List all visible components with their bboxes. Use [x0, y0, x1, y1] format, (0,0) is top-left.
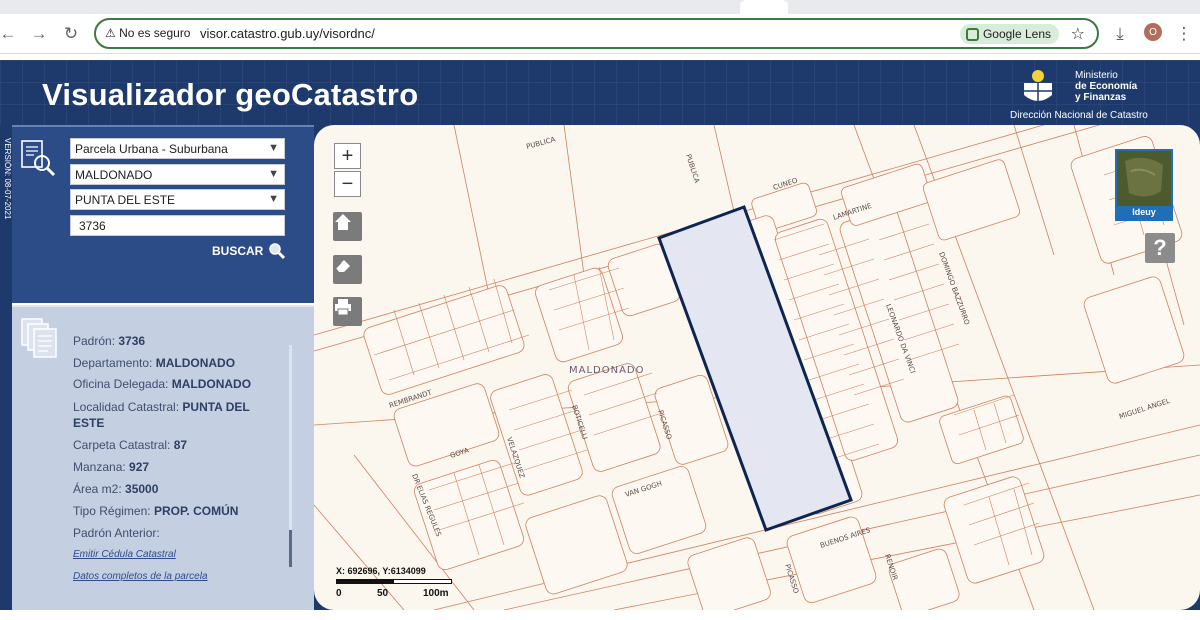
info-scrollbar[interactable] — [289, 345, 292, 567]
search-button-label: BUSCAR — [212, 244, 264, 258]
forward-icon[interactable]: → — [27, 22, 51, 46]
ministry-logo: Ministerio de Economía y Finanzas Direcc… — [1010, 64, 1170, 122]
info-localidad-cont: ESTE — [73, 416, 105, 430]
version-label: VERSIÓN: 08-07-2021 — [3, 138, 12, 220]
search-button[interactable]: BUSCAR — [212, 241, 286, 261]
department-select[interactable]: MALDONADO ▼ — [70, 164, 285, 185]
home-icon — [335, 214, 351, 230]
locality-value: PUNTA DEL ESTE — [75, 193, 176, 207]
locality-select[interactable]: PUNTA DEL ESTE ▼ — [70, 189, 285, 210]
zoom-in-button[interactable]: + — [334, 143, 361, 169]
overview-map-thumbnail[interactable]: Ideuy — [1115, 149, 1173, 221]
info-padron-anterior: Padrón Anterior: — [73, 526, 160, 540]
page-title: Visualizador geoCatastro — [42, 77, 419, 112]
info-manzana: Manzana: 927 — [73, 460, 150, 474]
print-button[interactable] — [333, 297, 362, 326]
documents-icon — [21, 318, 57, 358]
download-icon[interactable]: ⤓ — [1108, 22, 1132, 46]
profile-avatar[interactable]: O — [1144, 23, 1162, 41]
coat-of-arms-icon — [1024, 70, 1052, 102]
scale-bar-graphic — [336, 579, 452, 584]
info-padron: Padrón: 3736 — [73, 334, 146, 348]
help-button[interactable]: ? — [1145, 233, 1175, 263]
info-oficina: Oficina Delegada: MALDONADO — [73, 377, 252, 391]
eraser-button[interactable] — [333, 255, 362, 284]
chevron-down-icon: ▼ — [268, 168, 279, 180]
warning-icon: ⚠ — [105, 26, 116, 40]
ministry-line3: y Finanzas — [1075, 92, 1127, 103]
security-label: No es seguro — [119, 26, 191, 40]
parcel-info-panel: Padrón: 3736 Departamento: MALDONADO Ofi… — [12, 305, 314, 610]
street-label: DOMINGO BAZZURRO — [937, 251, 971, 326]
not-secure-indicator[interactable]: ⚠ No es seguro — [105, 26, 190, 40]
chevron-down-icon: ▼ — [268, 193, 279, 205]
info-regimen: Tipo Régimen: PROP. COMÚN — [73, 504, 239, 518]
parcel-map-canvas[interactable]: PUBLICA PUBLICA CUNEO LAMARTINE DOMINGO … — [314, 125, 1200, 610]
ministry-line1: Ministerio — [1075, 70, 1118, 81]
street-label: MIGUEL ANGEL — [1118, 397, 1171, 421]
browser-toolbar: ← → ↻ ⚠ No es seguro visor.catastro.gub.… — [0, 14, 1200, 54]
eraser-icon — [335, 260, 350, 272]
parcel-type-select[interactable]: Parcela Urbana - Suburbana ▼ — [70, 138, 285, 159]
scale-label-0: 0 — [336, 588, 342, 599]
emit-cedula-link[interactable]: Emitir Cédula Catastral — [73, 549, 176, 560]
printer-icon — [335, 299, 351, 316]
home-button[interactable] — [333, 212, 362, 241]
street-label: PUBLICA — [684, 153, 701, 184]
lens-icon — [965, 27, 979, 41]
info-carpeta: Carpeta Catastral: 87 — [73, 438, 188, 452]
street-label: PUBLICA — [525, 135, 556, 150]
zoom-out-button[interactable]: − — [334, 171, 361, 197]
info-localidad: Localidad Catastral: PUNTA DEL — [73, 400, 250, 414]
address-bar[interactable]: ⚠ No es seguro visor.catastro.gub.uy/vis… — [94, 18, 1099, 49]
cadastral-map[interactable]: PUBLICA PUBLICA CUNEO LAMARTINE DOMINGO … — [314, 125, 1200, 610]
scale-bar: 0 50 100m — [336, 579, 466, 603]
info-area: Área m2: 35000 — [73, 482, 159, 496]
scale-label-50: 50 — [377, 588, 389, 599]
padron-input[interactable] — [70, 215, 285, 236]
browser-tab-strip — [0, 0, 1200, 14]
coordinate-readout: X: 692696, Y:6134099 — [336, 566, 426, 576]
bookmark-star-icon[interactable]: ☆ — [1071, 24, 1085, 44]
chevron-down-icon: ▼ — [268, 142, 279, 154]
back-icon[interactable]: ← — [0, 22, 20, 46]
scale-label-100: 100m — [423, 588, 449, 599]
google-lens-button[interactable]: Google Lens — [959, 24, 1059, 44]
document-search-icon — [21, 140, 56, 177]
app-header: Visualizador geoCatastro Ministerio de E… — [0, 60, 1200, 125]
full-parcel-data-link[interactable]: Datos completos de la parcela — [73, 571, 208, 582]
map-frame: PUBLICA PUBLICA CUNEO LAMARTINE DOMINGO … — [314, 125, 1200, 610]
parcel-type-value: Parcela Urbana - Suburbana — [75, 142, 228, 156]
lens-label: Google Lens — [982, 27, 1051, 41]
ministry-subtitle: Dirección Nacional de Catastro — [1010, 110, 1148, 121]
satellite-map-icon — [1117, 151, 1171, 208]
department-value: MALDONADO — [75, 168, 153, 182]
overview-label: Ideuy — [1117, 206, 1171, 219]
active-tab[interactable] — [740, 0, 788, 14]
search-icon — [269, 243, 286, 260]
info-departamento: Departamento: MALDONADO — [73, 356, 236, 370]
url-text[interactable]: visor.catastro.gub.uy/visordnc/ — [200, 26, 375, 41]
ministry-line2: de Economía — [1075, 81, 1138, 92]
reload-icon[interactable]: ↻ — [59, 22, 83, 46]
search-panel: Parcela Urbana - Suburbana ▼ MALDONADO ▼… — [12, 125, 314, 303]
district-label: MALDONADO — [569, 365, 645, 376]
scrollbar-thumb[interactable] — [289, 530, 292, 567]
menu-kebab-icon[interactable]: ⋮ — [1172, 22, 1196, 46]
